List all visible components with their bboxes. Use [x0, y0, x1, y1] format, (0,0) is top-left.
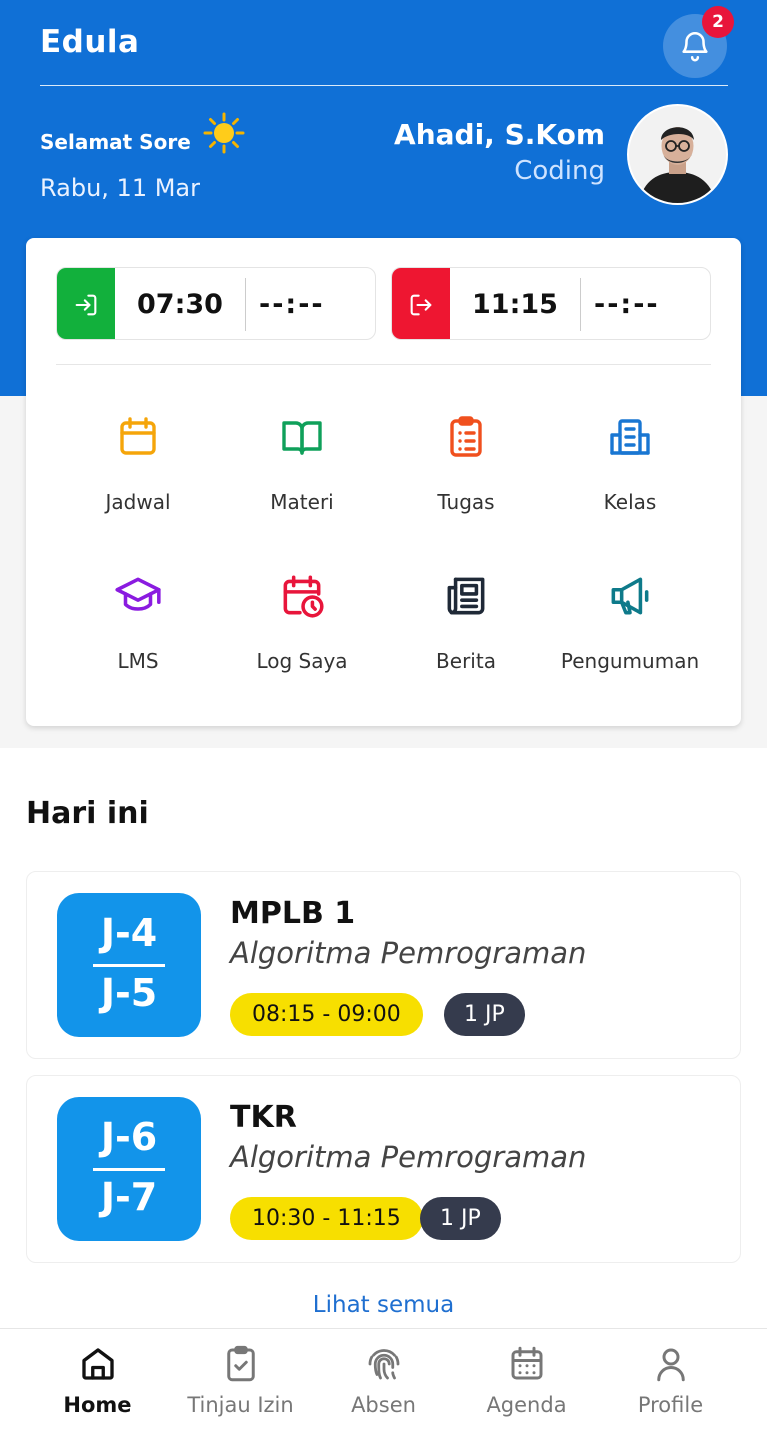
- schedule-subject: Algoritma Pemrograman: [230, 1140, 587, 1174]
- card-divider: [56, 364, 711, 365]
- user-icon: [656, 1348, 685, 1382]
- jp-badge: 1 JP: [420, 1197, 501, 1240]
- app-title: Edula: [40, 24, 140, 60]
- see-all-link[interactable]: Lihat semua: [0, 1292, 767, 1318]
- avatar[interactable]: [627, 104, 728, 205]
- menu-label: Berita: [436, 649, 496, 673]
- menu-item-log-saya[interactable]: Log Saya: [220, 571, 384, 711]
- bottom-nav: Home Tinjau Izin Absen Agenda Profile: [0, 1328, 767, 1432]
- clipboard-list-icon: [450, 416, 482, 457]
- schedule-class: MPLB 1: [230, 896, 356, 931]
- menu-label: Log Saya: [256, 649, 348, 673]
- menu-label: Jadwal: [105, 490, 171, 514]
- period-box: J-4 J-5: [57, 893, 201, 1037]
- logout-icon: [410, 294, 432, 315]
- nav-label: Tinjau Izin: [187, 1393, 294, 1417]
- check-in-actual-time: --:--: [259, 289, 325, 320]
- notification-badge: 2: [702, 6, 734, 38]
- megaphone-icon: [611, 577, 649, 615]
- nav-label: Agenda: [486, 1393, 567, 1417]
- calendar-icon: [120, 417, 156, 455]
- check-out-icon-box: [392, 268, 450, 339]
- schedule-class: TKR: [230, 1100, 297, 1135]
- schedule-subject: Algoritma Pemrograman: [230, 936, 587, 970]
- menu-item-berita[interactable]: Berita: [384, 571, 548, 711]
- calendar-clock-icon: [283, 575, 324, 618]
- newspaper-icon: [447, 577, 485, 615]
- check-out-scheduled-time: 11:15: [472, 289, 558, 320]
- nav-tinjau-izin[interactable]: Tinjau Izin: [164, 1343, 317, 1417]
- period-start: J-4: [100, 911, 158, 955]
- menu-item-kelas[interactable]: Kelas: [548, 412, 712, 552]
- menu-item-lms[interactable]: LMS: [56, 571, 220, 711]
- period-end: J-7: [100, 1175, 158, 1219]
- nav-profile[interactable]: Profile: [594, 1343, 747, 1417]
- book-open-icon: [282, 421, 322, 455]
- check-in-separator: [245, 278, 246, 331]
- nav-agenda[interactable]: Agenda: [450, 1343, 603, 1417]
- check-out-separator: [580, 278, 581, 331]
- jp-badge: 1 JP: [444, 993, 525, 1036]
- sun-icon: [203, 112, 245, 158]
- check-out-panel[interactable]: 11:15 --:--: [391, 267, 711, 340]
- period-divider: [93, 964, 165, 967]
- greeting-text: Selamat Sore: [40, 130, 191, 154]
- menu-item-pengumuman[interactable]: Pengumuman: [548, 571, 712, 711]
- nav-home[interactable]: Home: [21, 1343, 174, 1417]
- menu-label: Pengumuman: [560, 649, 700, 673]
- nav-label: Absen: [351, 1393, 416, 1417]
- menu-label: LMS: [117, 649, 159, 673]
- menu-item-jadwal[interactable]: Jadwal: [56, 412, 220, 552]
- menu-label: Tugas: [437, 490, 495, 514]
- time-badge: 10:30 - 11:15: [230, 1197, 423, 1240]
- check-in-panel[interactable]: 07:30 --:--: [56, 267, 376, 340]
- menu-item-tugas[interactable]: Tugas: [384, 412, 548, 552]
- period-end: J-5: [100, 971, 158, 1015]
- main-card: 07:30 --:-- 11:15 --:-- Jadwal Materi Tu…: [26, 238, 741, 726]
- header-divider: [40, 85, 728, 86]
- check-out-actual-time: --:--: [594, 289, 660, 320]
- current-date: Rabu, 11 Mar: [40, 174, 201, 202]
- home-icon: [81, 1348, 114, 1380]
- nav-absen[interactable]: Absen: [307, 1343, 460, 1417]
- check-in-icon-box: [57, 268, 115, 339]
- clipboard-check-icon: [226, 1345, 255, 1382]
- login-icon: [75, 294, 97, 315]
- schedule-card[interactable]: J-4 J-5 MPLB 1 Algoritma Pemrograman 08:…: [26, 871, 741, 1059]
- menu-item-materi[interactable]: Materi: [220, 412, 384, 552]
- graduation-cap-icon: [115, 577, 161, 611]
- period-divider: [93, 1168, 165, 1171]
- user-role: Coding: [514, 156, 605, 186]
- section-title-today: Hari ini: [26, 796, 149, 831]
- menu-label: Materi: [270, 490, 334, 514]
- nav-label: Home: [63, 1393, 132, 1417]
- check-in-scheduled-time: 07:30: [137, 289, 223, 320]
- period-start: J-6: [100, 1115, 158, 1159]
- nav-label: Profile: [637, 1393, 704, 1417]
- calendar-grid-icon: [511, 1346, 542, 1380]
- period-box: J-6 J-7: [57, 1097, 201, 1241]
- building-icon: [610, 419, 650, 455]
- menu-label: Kelas: [603, 490, 657, 514]
- time-badge: 08:15 - 09:00: [230, 993, 423, 1036]
- fingerprint-icon: [368, 1349, 399, 1380]
- schedule-card[interactable]: J-6 J-7 TKR Algoritma Pemrograman 10:30 …: [26, 1075, 741, 1263]
- user-name: Ahadi, S.Kom: [394, 118, 605, 151]
